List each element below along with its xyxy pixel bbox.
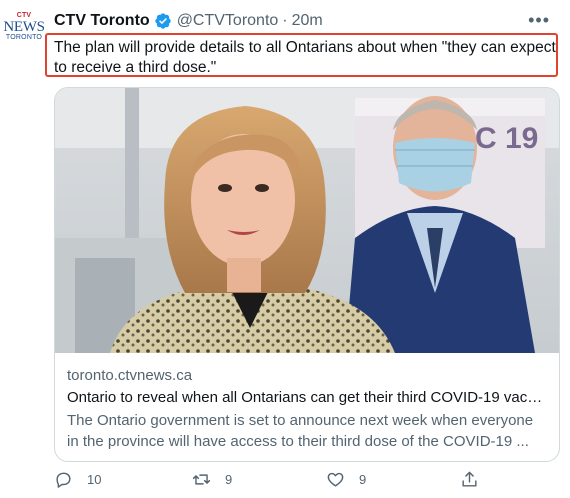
tweet-header: CTV Toronto @CTVToronto · 20m •••: [54, 10, 560, 32]
card-body: toronto.ctvnews.ca Ontario to reveal whe…: [55, 353, 559, 452]
display-name[interactable]: CTV Toronto: [54, 12, 150, 30]
share-button[interactable]: [460, 470, 479, 489]
retweet-icon: [192, 474, 211, 485]
avatar-toronto-text: TORONTO: [5, 34, 43, 41]
like-button[interactable]: 9: [326, 470, 366, 489]
card-title[interactable]: Ontario to reveal when all Ontarians can…: [67, 387, 547, 409]
photo-woman-and-masked-man-icon: C 19: [55, 88, 559, 353]
retweet-button[interactable]: 9: [192, 470, 232, 489]
account-handle[interactable]: @CTVToronto: [177, 12, 279, 30]
reply-icon: [56, 472, 71, 488]
verified-badge-icon: [154, 12, 172, 30]
more-options-icon[interactable]: •••: [528, 10, 550, 31]
link-preview-card[interactable]: C 19 toronto.ctvnews.ca Ontario to revea…: [54, 87, 560, 462]
retweet-count: 9: [225, 472, 233, 487]
tweet-actions-bar: 10 9 9: [54, 470, 514, 494]
ctv-toronto-avatar[interactable]: CTV NEWS TORONTO: [2, 12, 46, 56]
card-image[interactable]: C 19: [55, 88, 559, 353]
svg-text:C 19: C 19: [475, 122, 538, 155]
avatar-news-text: NEWS: [3, 19, 45, 35]
tweet-timestamp[interactable]: 20m: [292, 12, 323, 30]
like-count: 9: [359, 472, 367, 487]
reply-count: 10: [87, 472, 102, 487]
tweet-text-highlighted: The plan will provide details to all Ont…: [45, 33, 558, 77]
card-domain: toronto.ctvnews.ca: [67, 367, 193, 384]
card-description: The Ontario government is set to announc…: [67, 412, 534, 450]
header-separator: ·: [282, 12, 288, 29]
share-icon: [462, 471, 477, 487]
reply-button[interactable]: 10: [54, 470, 101, 489]
heart-icon: [327, 472, 344, 487]
